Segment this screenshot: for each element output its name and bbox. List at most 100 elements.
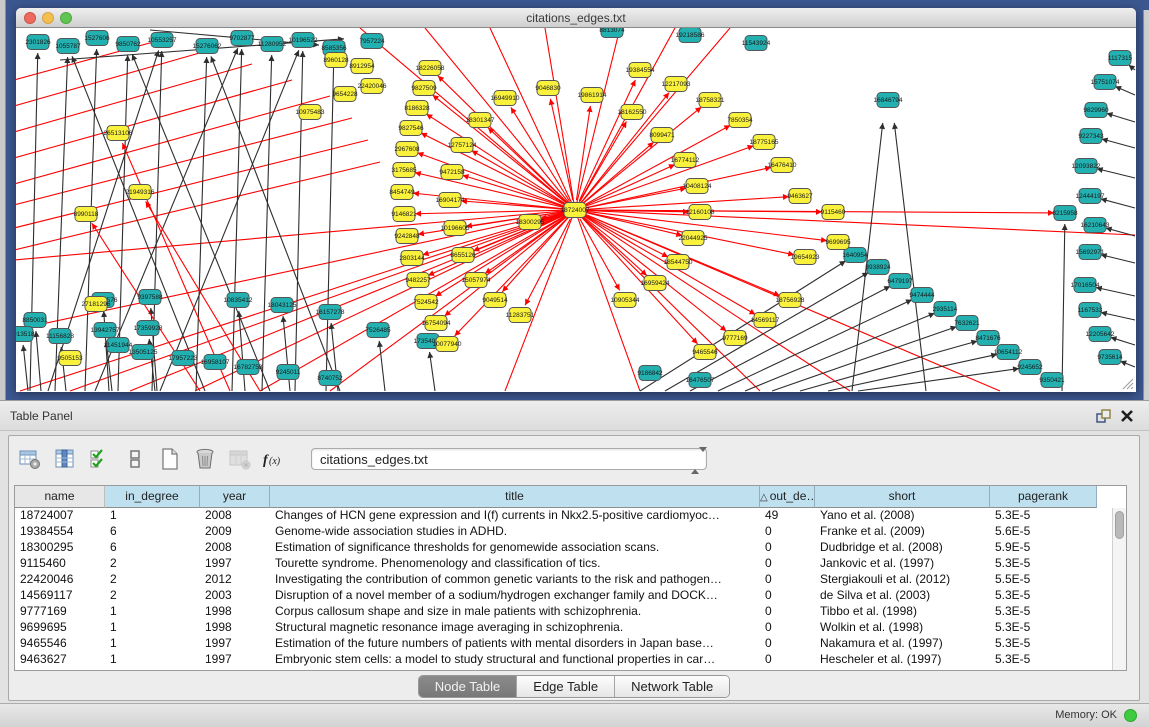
network-node[interactable]: 16157278: [316, 305, 345, 320]
network-node[interactable]: 1167533: [1078, 303, 1103, 318]
delete-column-icon[interactable]: [192, 446, 218, 472]
table-cell[interactable]: Jankovic et al. (1997): [815, 556, 990, 572]
network-node[interactable]: 3913518: [16, 327, 35, 342]
network-node[interactable]: 17016504: [1071, 278, 1100, 293]
table-row[interactable]: 946554611997Estimation of the future num…: [15, 636, 1126, 652]
network-node[interactable]: 9049514: [482, 293, 508, 308]
table-cell[interactable]: Wolkin et al. (1998): [815, 620, 990, 636]
table-cell[interactable]: Estimation of significance thresholds fo…: [270, 540, 760, 556]
table-cell[interactable]: 6: [105, 540, 200, 556]
network-node[interactable]: 11543924: [742, 36, 771, 51]
network-node[interactable]: 12757124: [448, 138, 477, 153]
network-node[interactable]: 8099471: [649, 128, 675, 143]
network-node[interactable]: 9397588: [137, 290, 163, 305]
close-panel-icon[interactable]: [1119, 408, 1135, 424]
network-node[interactable]: 7526485: [365, 323, 391, 338]
table-cell[interactable]: 2008: [200, 508, 270, 524]
network-node[interactable]: 9827546: [398, 121, 424, 136]
network-node[interactable]: 9829960: [1083, 103, 1109, 118]
network-node[interactable]: 10835412: [224, 293, 253, 308]
table-cell[interactable]: 18724007: [15, 508, 105, 524]
table-cell[interactable]: 5.3E-5: [990, 556, 1097, 572]
network-node[interactable]: 9245011: [276, 365, 301, 380]
network-node[interactable]: 15692971: [1076, 245, 1105, 260]
table-cell[interactable]: Nakamura et al. (1997): [815, 636, 990, 652]
window-resize-grip[interactable]: [1120, 376, 1134, 390]
network-node[interactable]: 2935114: [933, 302, 958, 317]
network-node[interactable]: 21949316: [126, 185, 155, 200]
network-node[interactable]: 8471676: [975, 331, 1001, 346]
table-cell[interactable]: 0: [760, 572, 815, 588]
table-cell[interactable]: 2012: [200, 572, 270, 588]
table-cell[interactable]: 5.6E-5: [990, 524, 1097, 540]
network-window-titlebar[interactable]: citations_edges.txt: [16, 8, 1136, 28]
table-cell[interactable]: Hescheler et al. (1997): [815, 652, 990, 668]
table-cell[interactable]: Estimation of the future numbers of pati…: [270, 636, 760, 652]
new-column-icon[interactable]: [157, 446, 183, 472]
network-node[interactable]: 18758321: [696, 93, 725, 108]
table-cell[interactable]: 5.3E-5: [990, 636, 1097, 652]
network-node[interactable]: 15057974: [462, 273, 491, 288]
table-cell[interactable]: 0: [760, 524, 815, 540]
network-node[interactable]: 3175685: [391, 163, 417, 178]
network-node[interactable]: 8740752: [317, 371, 343, 386]
table-cell[interactable]: Investigating the contribution of common…: [270, 572, 760, 588]
table-row[interactable]: 1872400712008Changes of HCN gene express…: [15, 508, 1126, 524]
network-node[interactable]: 9777169: [722, 331, 748, 346]
column-header-year[interactable]: year: [200, 486, 270, 508]
network-node[interactable]: 7632621: [954, 316, 980, 331]
table-cell[interactable]: 2003: [200, 588, 270, 604]
network-node[interactable]: 8990118: [74, 207, 99, 222]
table-cell[interactable]: 22420046: [15, 572, 105, 588]
network-node[interactable]: 18300295: [516, 215, 545, 230]
network-node[interactable]: 27181296: [82, 297, 111, 312]
network-node[interactable]: 18043125: [268, 298, 297, 313]
column-header-in_degree[interactable]: in_degree: [105, 486, 200, 508]
network-node[interactable]: 10077940: [433, 337, 462, 352]
table-cell[interactable]: 0: [760, 540, 815, 556]
table-cell[interactable]: 18300295: [15, 540, 105, 556]
network-node[interactable]: 9227343: [1078, 129, 1104, 144]
network-node[interactable]: 9245652: [1017, 360, 1043, 375]
table-cell[interactable]: 5.3E-5: [990, 604, 1097, 620]
network-node[interactable]: 17957223: [169, 351, 198, 366]
network-node[interactable]: 16782753: [234, 360, 263, 375]
network-node[interactable]: 8813074: [599, 28, 625, 38]
tab-edge-table[interactable]: Edge Table: [517, 676, 615, 697]
network-node[interactable]: 10408124: [683, 179, 712, 194]
network-node[interactable]: 9146821: [391, 207, 417, 222]
network-node[interactable]: 16476410: [768, 158, 797, 173]
network-node[interactable]: 15751074: [1091, 75, 1120, 90]
table-cell[interactable]: 9465546: [15, 636, 105, 652]
network-node[interactable]: 19384554: [626, 63, 655, 78]
network-node[interactable]: 22420046: [358, 79, 387, 94]
network-node[interactable]: 16959424: [641, 276, 670, 291]
table-cell[interactable]: 1998: [200, 620, 270, 636]
table-cell[interactable]: Corpus callosum shape and size in male p…: [270, 604, 760, 620]
network-node[interactable]: 2967608: [394, 142, 420, 157]
column-header-out_de[interactable]: △out_de…: [760, 486, 815, 508]
table-cell[interactable]: 5.9E-5: [990, 540, 1097, 556]
network-node[interactable]: 18756928: [776, 293, 805, 308]
network-node[interactable]: 9186842: [637, 366, 663, 381]
table-cell[interactable]: 0: [760, 556, 815, 572]
network-node[interactable]: 9350421: [1039, 373, 1065, 388]
network-node[interactable]: 16476507: [686, 373, 715, 388]
network-node[interactable]: 8215958: [1052, 206, 1078, 221]
network-node[interactable]: 16958107: [201, 355, 230, 370]
table-scrollbar-thumb[interactable]: [1115, 511, 1124, 539]
table-cell[interactable]: 0: [760, 620, 815, 636]
column-header-pagerank[interactable]: pagerank: [990, 486, 1097, 508]
network-node[interactable]: 9242848: [394, 229, 420, 244]
network-node[interactable]: 8454749: [389, 185, 415, 200]
network-node[interactable]: 9115460: [821, 205, 846, 220]
table-cell[interactable]: Dudbridge et al. (2008): [815, 540, 990, 556]
network-node[interactable]: 14569117: [751, 313, 780, 328]
table-cell[interactable]: 2008: [200, 540, 270, 556]
network-node[interactable]: 10196605: [441, 221, 470, 236]
table-cell[interactable]: Tibbo et al. (1998): [815, 604, 990, 620]
network-node[interactable]: 9702877: [229, 31, 255, 46]
network-node[interactable]: 10975483: [296, 105, 325, 120]
table-cell[interactable]: Tourette syndrome. Phenomenology and cla…: [270, 556, 760, 572]
network-node[interactable]: 18544750: [664, 255, 693, 270]
